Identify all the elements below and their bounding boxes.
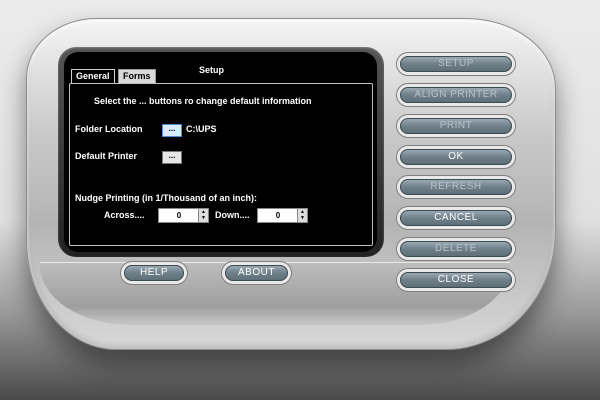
align-printer-button[interactable]: ALIGN PRINTER xyxy=(400,87,512,103)
folder-location-browse-button[interactable]: ... xyxy=(162,124,182,137)
ok-button[interactable]: OK xyxy=(400,149,512,165)
down-value[interactable]: 0 xyxy=(258,209,298,222)
screen-title: Setup xyxy=(199,65,225,75)
refresh-button[interactable]: REFRESH xyxy=(400,179,512,195)
down-spinner-arrows[interactable]: ▲ ▼ xyxy=(297,209,307,222)
setup-screen: Setup General Forms Select the ... butto… xyxy=(64,52,377,252)
across-spinner-arrows[interactable]: ▲ ▼ xyxy=(198,209,208,222)
across-spinner[interactable]: 0 ▲ ▼ xyxy=(158,208,209,223)
across-value[interactable]: 0 xyxy=(159,209,199,222)
down-label: Down.... xyxy=(215,210,250,220)
general-panel: Select the ... buttons ro change default… xyxy=(69,83,373,246)
down-spinner[interactable]: 0 ▲ ▼ xyxy=(257,208,308,223)
folder-location-label: Folder Location xyxy=(75,124,143,134)
help-button[interactable]: HELP xyxy=(124,265,184,281)
close-button[interactable]: CLOSE xyxy=(400,272,512,288)
spin-down-icon[interactable]: ▼ xyxy=(298,215,307,221)
about-button[interactable]: ABOUT xyxy=(225,265,288,281)
across-label: Across.... xyxy=(104,210,145,220)
nudge-printing-label: Nudge Printing (in 1/Thousand of an inch… xyxy=(75,193,257,203)
instruction-text: Select the ... buttons ro change default… xyxy=(94,96,312,106)
cancel-button[interactable]: CANCEL xyxy=(400,210,512,226)
default-printer-label: Default Printer xyxy=(75,151,138,161)
tab-forms[interactable]: Forms xyxy=(118,69,156,83)
tab-general[interactable]: General xyxy=(71,69,115,83)
setup-button[interactable]: SETUP xyxy=(400,56,512,72)
spin-down-icon[interactable]: ▼ xyxy=(199,215,208,221)
delete-button[interactable]: DELETE xyxy=(400,241,512,257)
folder-location-value: C:\UPS xyxy=(186,124,217,134)
print-button[interactable]: PRINT xyxy=(400,118,512,134)
default-printer-browse-button[interactable]: ... xyxy=(162,151,182,164)
